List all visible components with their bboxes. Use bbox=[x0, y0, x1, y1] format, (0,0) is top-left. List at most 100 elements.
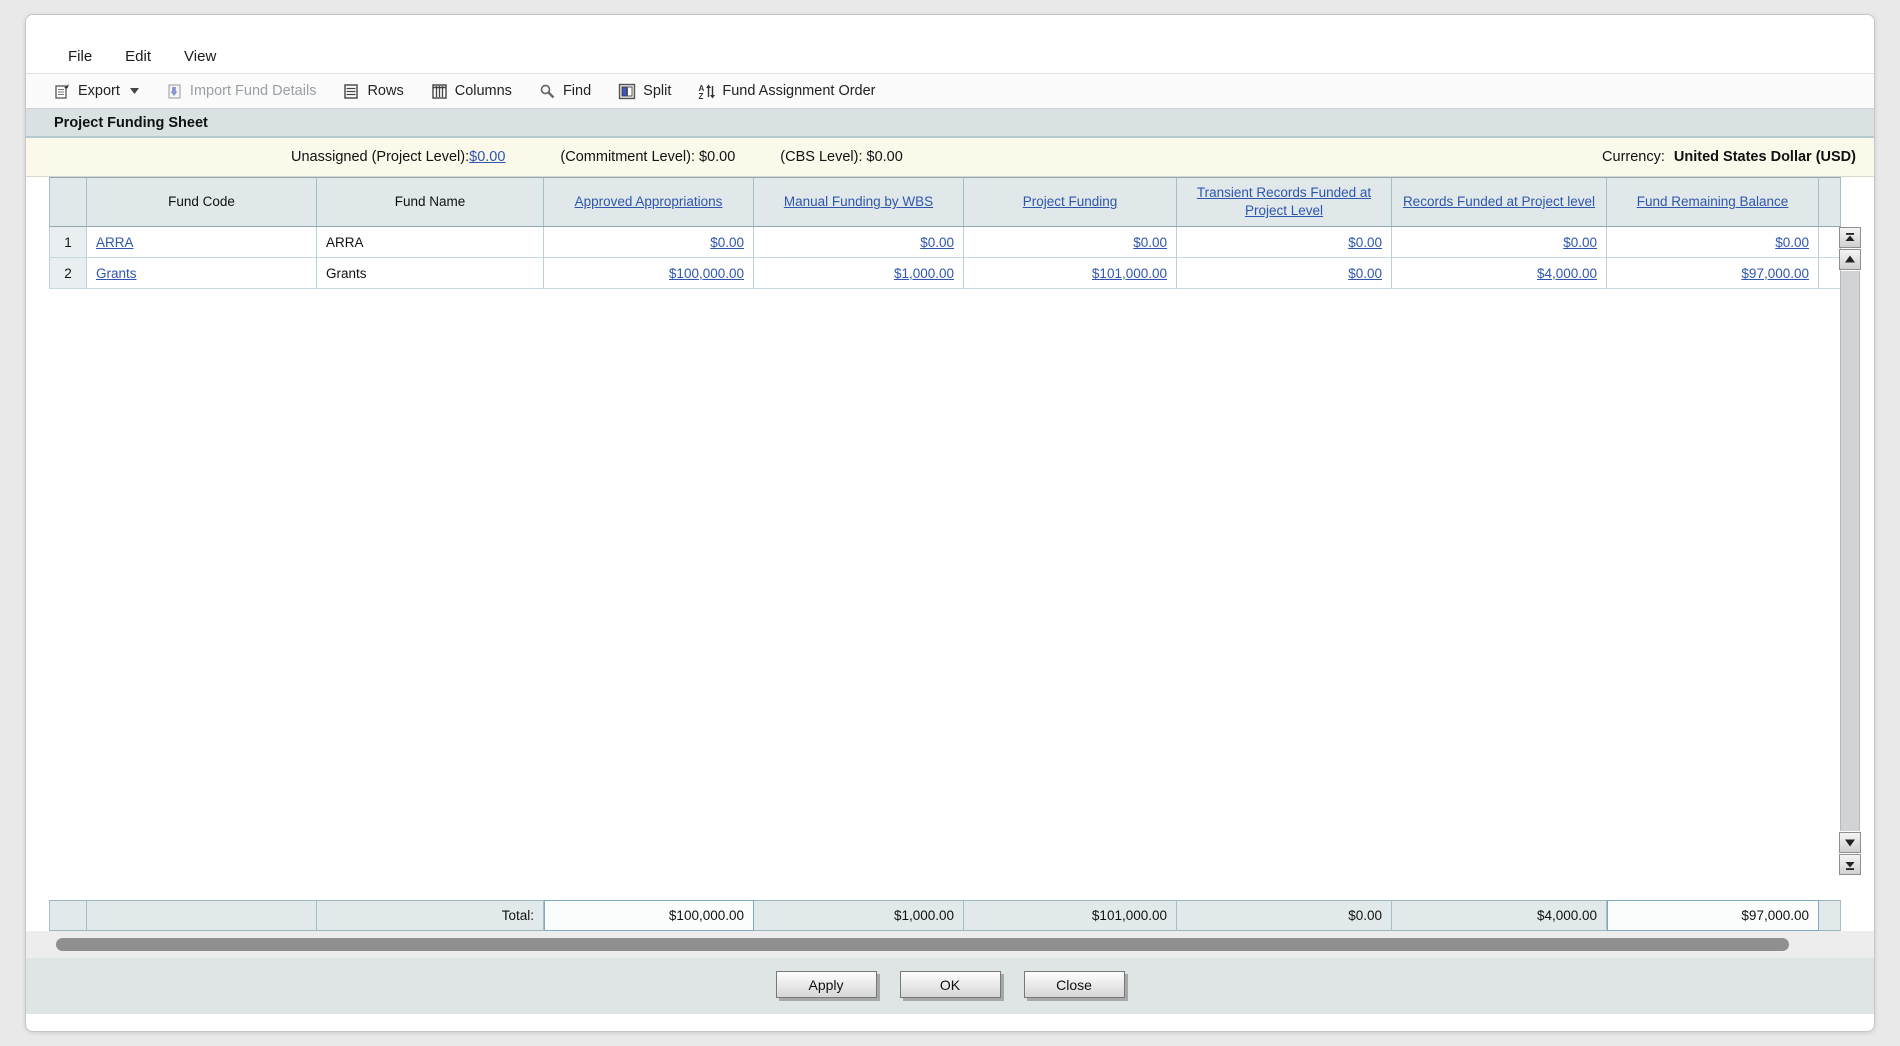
fund-remaining-cell: $97,000.00 bbox=[1607, 258, 1819, 289]
amount-link[interactable]: $97,000.00 bbox=[1741, 266, 1809, 281]
amount-link[interactable]: $0.00 bbox=[1348, 266, 1382, 281]
find-button[interactable]: Find bbox=[539, 83, 591, 100]
rows-button[interactable]: Rows bbox=[343, 83, 404, 100]
filler-cell bbox=[1819, 227, 1841, 258]
approved-appropriations-cell: $0.00 bbox=[544, 227, 754, 258]
transient-records-cell: $0.00 bbox=[1177, 258, 1392, 289]
header-manual-funding-by-wbs[interactable]: Manual Funding by WBS bbox=[754, 177, 964, 227]
menu-edit[interactable]: Edit bbox=[125, 48, 151, 65]
amount-link[interactable]: $0.00 bbox=[920, 235, 954, 250]
amount-link[interactable]: $0.00 bbox=[1775, 235, 1809, 250]
header-fund-name: Fund Name bbox=[317, 177, 544, 227]
fund-code-link[interactable]: Grants bbox=[96, 266, 137, 281]
totals-rownum-cell bbox=[49, 900, 87, 931]
row-number: 1 bbox=[49, 227, 87, 258]
amount-link[interactable]: $0.00 bbox=[710, 235, 744, 250]
transient-records-cell: $0.00 bbox=[1177, 227, 1392, 258]
vertical-scrollbar-track[interactable] bbox=[1840, 271, 1860, 831]
header-filler bbox=[1819, 177, 1841, 227]
scroll-up-button[interactable] bbox=[1839, 249, 1861, 270]
records-funded-cell: $4,000.00 bbox=[1392, 258, 1607, 289]
table-row: 2 Grants Grants $100,000.00 $1,000.00 $1… bbox=[49, 258, 1841, 289]
export-label: Export bbox=[78, 83, 120, 99]
project-funding-cell: $101,000.00 bbox=[964, 258, 1177, 289]
import-fund-details-label: Import Fund Details bbox=[189, 83, 317, 99]
footer-button-bar: Apply OK Close bbox=[26, 958, 1874, 1014]
amount-link[interactable]: $0.00 bbox=[1133, 235, 1167, 250]
toolbar: Export Import Fund Details Rows Columns … bbox=[26, 73, 1874, 109]
records-funded-cell: $0.00 bbox=[1392, 227, 1607, 258]
amount-link[interactable]: $1,000.00 bbox=[894, 266, 954, 281]
unassigned-project-level-value-link[interactable]: $0.00 bbox=[469, 149, 505, 165]
scroll-to-top-button[interactable] bbox=[1839, 227, 1861, 248]
scroll-down-button[interactable] bbox=[1839, 832, 1861, 853]
fund-assignment-order-button[interactable]: A Z Fund Assignment Order bbox=[698, 83, 876, 100]
table-row: 1 ARRA ARRA $0.00 $0.00 $0.00 $0.00 $0.0… bbox=[49, 227, 1841, 258]
header-fund-remaining-balance[interactable]: Fund Remaining Balance bbox=[1607, 177, 1819, 227]
split-label: Split bbox=[643, 83, 672, 99]
fund-remaining-cell: $0.00 bbox=[1607, 227, 1819, 258]
columns-button[interactable]: Columns bbox=[431, 83, 512, 100]
approved-appropriations-cell: $100,000.00 bbox=[544, 258, 754, 289]
header-transient-records[interactable]: Transient Records Funded at Project Leve… bbox=[1177, 177, 1392, 227]
amount-link[interactable]: $0.00 bbox=[1563, 235, 1597, 250]
ok-button[interactable]: OK bbox=[899, 971, 1001, 998]
fund-code-link[interactable]: ARRA bbox=[96, 235, 134, 250]
find-icon bbox=[539, 83, 556, 100]
horizontal-scrollbar[interactable] bbox=[26, 931, 1874, 958]
total-approved-appropriations: $100,000.00 bbox=[544, 900, 754, 931]
sort-az-icon: A Z bbox=[698, 83, 716, 100]
import-icon bbox=[166, 83, 183, 100]
import-fund-details-button[interactable]: Import Fund Details bbox=[166, 83, 317, 100]
header-approved-appropriations[interactable]: Approved Appropriations bbox=[544, 177, 754, 227]
unassigned-project-level-label: Unassigned (Project Level): bbox=[291, 149, 470, 165]
header-project-funding[interactable]: Project Funding bbox=[964, 177, 1177, 227]
total-project-funding: $101,000.00 bbox=[964, 900, 1177, 931]
totals-row: Total: $100,000.00 $1,000.00 $101,000.00… bbox=[49, 900, 1841, 931]
amount-link[interactable]: $0.00 bbox=[1348, 235, 1382, 250]
export-button[interactable]: Export bbox=[54, 83, 139, 100]
fund-name-cell: ARRA bbox=[317, 227, 544, 258]
amount-link[interactable]: $4,000.00 bbox=[1537, 266, 1597, 281]
horizontal-scrollbar-thumb[interactable] bbox=[56, 938, 1789, 951]
info-bar: Unassigned (Project Level): $0.00 (Commit… bbox=[26, 138, 1874, 177]
table-area: Fund Code Fund Name Approved Appropriati… bbox=[26, 177, 1874, 1031]
rows-label: Rows bbox=[367, 83, 404, 99]
scroll-to-bottom-button[interactable] bbox=[1839, 854, 1861, 875]
total-transient-records: $0.00 bbox=[1177, 900, 1392, 931]
total-manual-funding: $1,000.00 bbox=[754, 900, 964, 931]
totals-label: Total: bbox=[317, 900, 544, 931]
menu-view[interactable]: View bbox=[184, 48, 216, 65]
fund-assignment-order-label: Fund Assignment Order bbox=[722, 83, 876, 99]
close-button[interactable]: Close bbox=[1023, 971, 1125, 998]
menu-file[interactable]: File bbox=[68, 48, 92, 65]
window-bottom-padding bbox=[26, 1014, 1874, 1031]
vertical-scrollbar[interactable] bbox=[1839, 227, 1861, 875]
project-funding-sheet-window: File Edit View Export Import Fund Detail… bbox=[25, 14, 1875, 1032]
currency-value: United States Dollar (USD) bbox=[1673, 149, 1856, 165]
export-icon bbox=[54, 83, 71, 100]
commitment-level-text: (Commitment Level): $0.00 bbox=[560, 149, 736, 165]
totals-grid: Total: $100,000.00 $1,000.00 $101,000.00… bbox=[49, 900, 1841, 931]
window-top-padding bbox=[26, 15, 1874, 39]
row-number: 2 bbox=[49, 258, 87, 289]
manual-funding-cell: $1,000.00 bbox=[754, 258, 964, 289]
manual-funding-cell: $0.00 bbox=[754, 227, 964, 258]
totals-fund-code-cell bbox=[87, 900, 317, 931]
empty-table-space bbox=[26, 289, 1874, 900]
header-rownum bbox=[49, 177, 87, 227]
header-fund-code: Fund Code bbox=[87, 177, 317, 227]
rows-icon bbox=[343, 83, 360, 100]
columns-label: Columns bbox=[454, 83, 512, 99]
fund-code-cell: Grants bbox=[87, 258, 317, 289]
amount-link[interactable]: $100,000.00 bbox=[669, 266, 744, 281]
export-dropdown-icon[interactable] bbox=[129, 88, 139, 94]
amount-link[interactable]: $101,000.00 bbox=[1092, 266, 1167, 281]
title-bar: Project Funding Sheet bbox=[26, 109, 1874, 138]
header-records-funded[interactable]: Records Funded at Project level bbox=[1392, 177, 1607, 227]
fund-code-cell: ARRA bbox=[87, 227, 317, 258]
split-button[interactable]: Split bbox=[618, 83, 671, 100]
total-records-funded: $4,000.00 bbox=[1392, 900, 1607, 931]
apply-button[interactable]: Apply bbox=[775, 971, 877, 998]
project-funding-cell: $0.00 bbox=[964, 227, 1177, 258]
